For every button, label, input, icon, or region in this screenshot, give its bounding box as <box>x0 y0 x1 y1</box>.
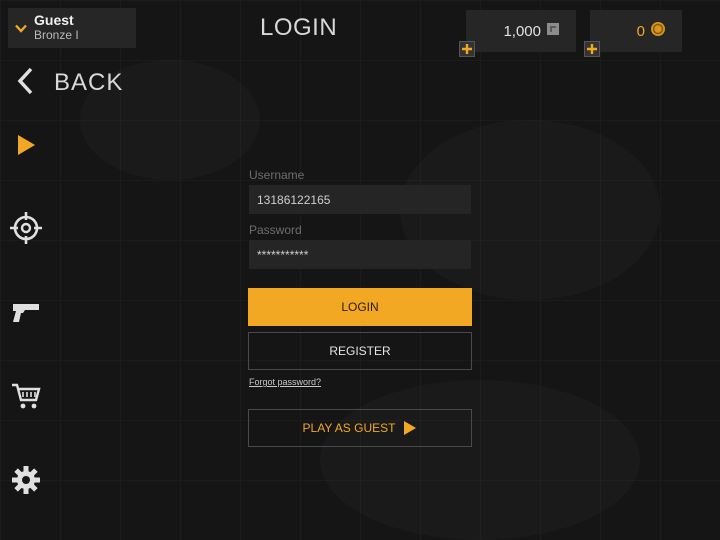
nav-target[interactable] <box>8 210 44 246</box>
play-as-guest-button[interactable]: PLAY AS GUEST <box>248 409 472 447</box>
add-scrap-button[interactable] <box>459 41 475 57</box>
gold-coin-icon <box>650 21 666 41</box>
chevron-left-icon <box>16 67 34 100</box>
scrap-currency: 1,000 <box>466 10 576 52</box>
play-as-guest-label: PLAY AS GUEST <box>302 421 396 435</box>
chevron-down-icon <box>8 24 34 33</box>
forgot-password-link[interactable]: Forgot password? <box>249 377 321 387</box>
password-label: Password <box>249 223 302 237</box>
scrap-amount: 1,000 <box>503 22 541 40</box>
profile-rank: Bronze I <box>34 28 79 42</box>
gear-icon <box>12 466 40 494</box>
register-button[interactable]: REGISTER <box>248 332 472 370</box>
crosshair-icon <box>10 212 42 244</box>
nav-shop[interactable] <box>8 378 44 414</box>
play-icon <box>403 420 417 436</box>
gold-amount: 0 <box>636 22 645 40</box>
plus-icon <box>462 44 472 54</box>
login-button[interactable]: LOGIN <box>248 288 472 326</box>
plus-icon <box>587 44 597 54</box>
cart-icon <box>12 383 41 409</box>
profile-name: Guest <box>34 12 74 28</box>
profile-dropdown[interactable]: Guest Bronze I <box>8 8 136 48</box>
pistol-icon <box>13 304 39 322</box>
play-icon <box>18 135 35 155</box>
gold-currency: 0 <box>590 10 682 52</box>
password-input[interactable] <box>249 240 471 269</box>
nav-weapons[interactable] <box>8 294 44 330</box>
background-map-shape <box>320 380 640 540</box>
nav-settings[interactable] <box>8 462 44 498</box>
back-button[interactable]: BACK <box>16 66 123 100</box>
back-label: BACK <box>54 69 124 96</box>
add-gold-button[interactable] <box>584 41 600 57</box>
username-label: Username <box>249 168 305 182</box>
nav-play[interactable] <box>8 127 44 163</box>
username-input[interactable] <box>249 185 471 214</box>
page-title: LOGIN <box>260 14 338 41</box>
scrap-token-icon <box>546 22 560 40</box>
